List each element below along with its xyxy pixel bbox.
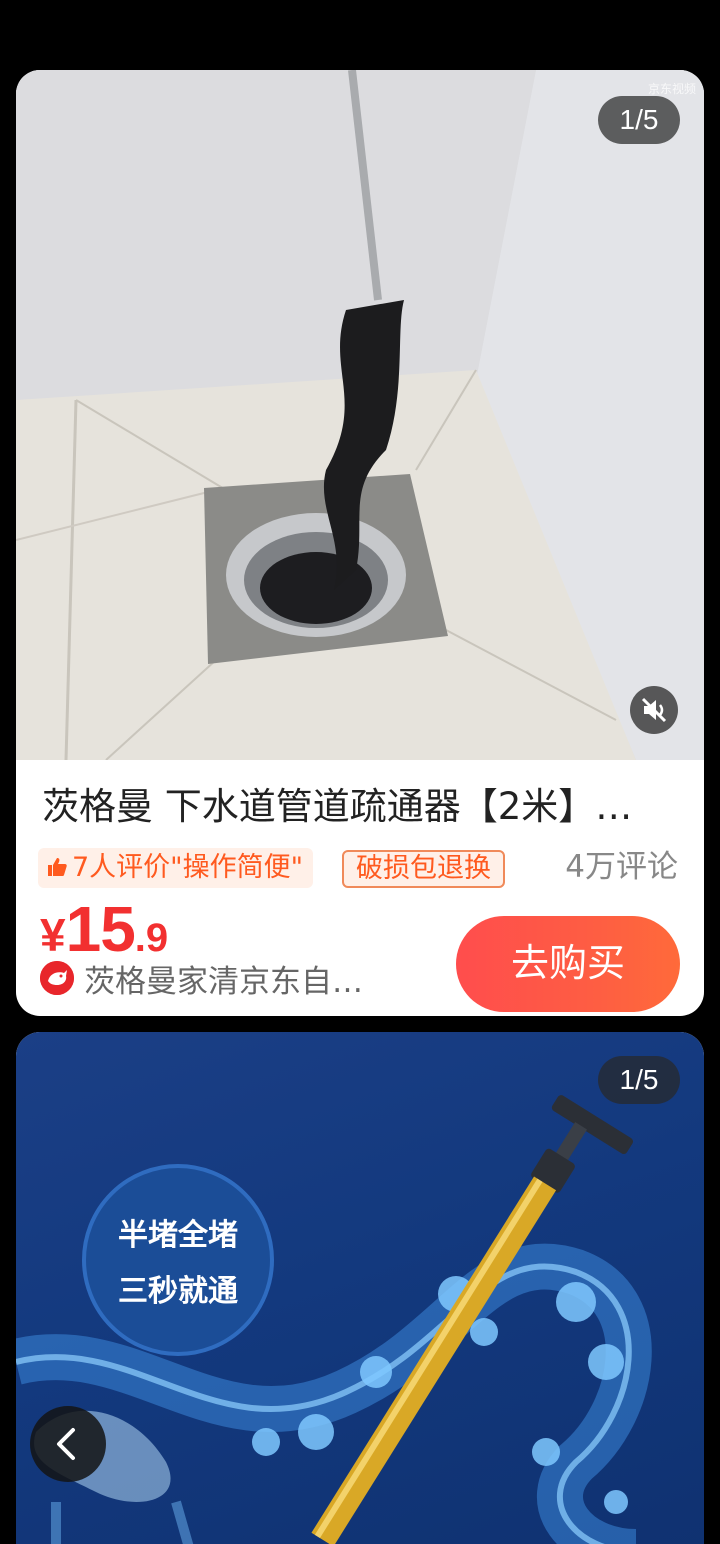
return-policy-tag: 破损包退换 [342, 850, 505, 888]
jd-dog-logo-icon [40, 961, 74, 995]
product-title[interactable]: 茨格曼 下水道管道疏通器【2米】… [42, 782, 682, 832]
banner-text-line: 三秒就通 [118, 1274, 238, 1309]
product-image[interactable]: 半堵全堵 三秒就通 1/5 [16, 1032, 704, 1544]
product-video[interactable]: 京东视频 1/5 [16, 70, 704, 760]
comment-count: 4万评论 [565, 849, 678, 885]
shop-info[interactable]: 茨格曼家清京东自… [40, 956, 363, 1000]
chevron-left-icon [57, 1428, 75, 1460]
shop-name: 茨格曼家清京东自… [84, 963, 363, 1000]
thumbs-up-icon [46, 850, 68, 890]
image-counter: 1/5 [598, 1056, 680, 1104]
product-image-drain [16, 70, 704, 760]
mute-button[interactable] [630, 686, 678, 734]
praise-tag: 7人评价"操作简便" [38, 848, 314, 890]
praise-tag-text: 7人评价"操作简便" [72, 852, 304, 883]
mute-speaker-icon [641, 697, 667, 723]
price-decimal: .9 [134, 916, 169, 960]
currency-symbol: ¥ [40, 909, 66, 961]
product-card[interactable]: 半堵全堵 三秒就通 1/5 [16, 1032, 704, 1544]
video-source-label: 京东视频 [647, 82, 696, 96]
buy-button[interactable]: 去购买 [456, 916, 680, 1012]
image-counter: 1/5 [598, 96, 680, 144]
product-card[interactable]: 京东视频 1/5 茨格曼 下水道管道疏通器【2米】… 7人评价"操作简便" 破损… [16, 70, 704, 1016]
back-button[interactable] [30, 1406, 106, 1482]
price-integer: 15 [65, 893, 136, 965]
banner-text-line: 半堵全堵 [118, 1218, 238, 1253]
